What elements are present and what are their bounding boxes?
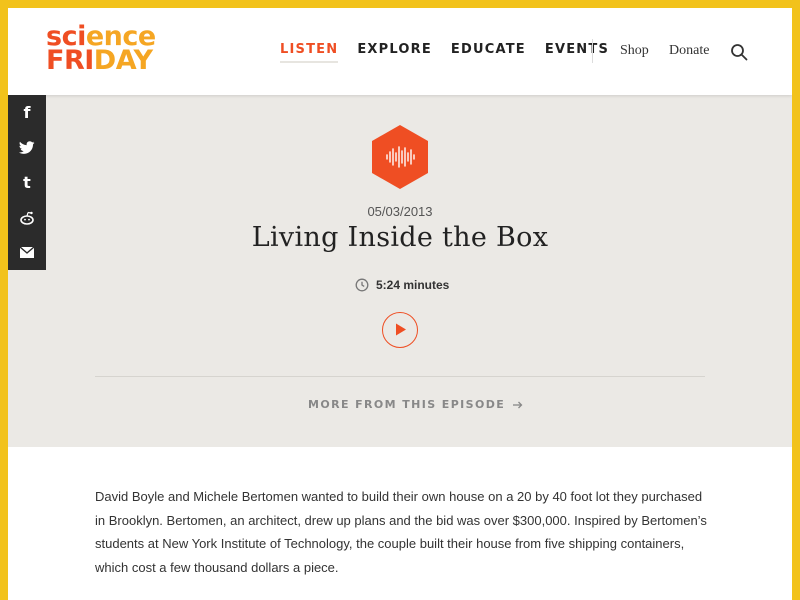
nav-item-explore[interactable]: EXPLORE xyxy=(357,42,432,57)
segment-duration: 5:24 minutes xyxy=(355,278,449,292)
email-icon xyxy=(20,247,34,258)
segment-description: David Boyle and Michele Bertomen wanted … xyxy=(95,489,707,575)
facebook-share-button[interactable]: f xyxy=(8,95,46,130)
more-from-episode-link[interactable]: MORE FROM THIS EPISODE xyxy=(308,398,523,411)
science-friday-logo[interactable]: science FRIDAY xyxy=(46,23,156,76)
hero-divider xyxy=(95,376,705,377)
segment-date: 05/03/2013 xyxy=(367,204,433,219)
play-icon xyxy=(396,323,406,336)
search-icon[interactable] xyxy=(730,43,748,61)
clock-icon xyxy=(355,278,369,292)
tumblr-icon: t xyxy=(23,173,31,192)
page-frame: science FRIDAY LISTEN EXPLORE EDUCATE EV… xyxy=(8,8,792,600)
reddit-icon xyxy=(20,211,34,225)
logo-text-fri: FRI xyxy=(46,45,94,76)
shop-link[interactable]: Shop xyxy=(620,43,649,59)
segment-title: Living Inside the Box xyxy=(251,222,549,253)
nav-item-educate[interactable]: EDUCATE xyxy=(451,42,526,57)
nav-item-events[interactable]: EVENTS xyxy=(545,42,609,57)
play-button[interactable] xyxy=(382,312,418,348)
nav-item-listen[interactable]: LISTEN xyxy=(280,42,339,63)
twitter-share-button[interactable] xyxy=(8,130,46,165)
reddit-share-button[interactable] xyxy=(8,200,46,235)
email-share-button[interactable] xyxy=(8,235,46,270)
audio-waveform-icon xyxy=(372,125,428,189)
twitter-icon xyxy=(19,140,35,154)
duration-label: 5:24 minutes xyxy=(376,278,450,292)
main-nav: LISTEN EXPLORE EDUCATE EVENTS xyxy=(280,42,628,63)
tumblr-share-button[interactable]: t xyxy=(8,165,46,200)
nav-divider xyxy=(592,39,593,63)
donate-link[interactable]: Donate xyxy=(669,43,709,59)
site-header: science FRIDAY LISTEN EXPLORE EDUCATE EV… xyxy=(8,8,792,95)
arrow-right-icon xyxy=(513,401,523,408)
facebook-icon: f xyxy=(23,103,31,122)
more-from-episode-label: MORE FROM THIS EPISODE xyxy=(308,398,506,411)
share-sidebar: f t xyxy=(8,95,46,270)
logo-text-day: DAY xyxy=(93,45,153,76)
